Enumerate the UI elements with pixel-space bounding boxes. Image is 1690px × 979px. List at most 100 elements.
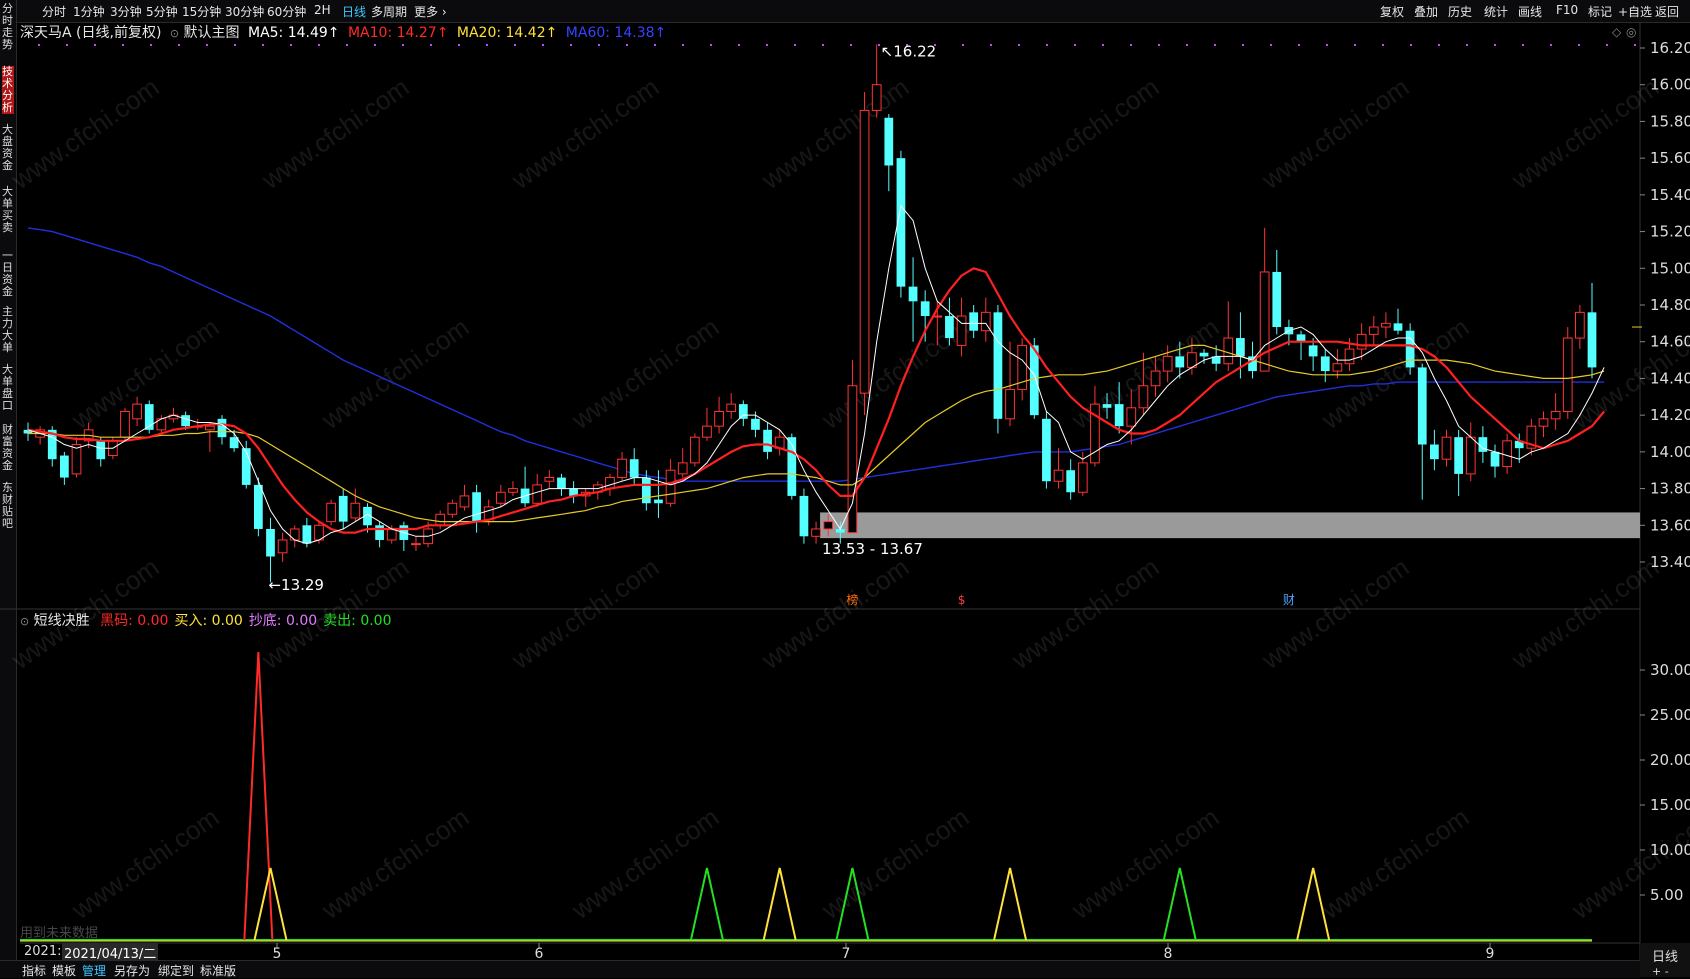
indicator-label[interactable]: 默认主图 [184, 25, 240, 41]
signal-spike-2 [689, 867, 724, 941]
top-dot-marker [206, 44, 208, 46]
price-tick-label: 13.60 [1650, 516, 1690, 534]
top-dot-marker [682, 44, 684, 46]
watermark-text: www.cfchi.com [565, 802, 724, 926]
top-dot-marker [1102, 44, 1104, 46]
bottom-item-4[interactable]: 绑定到 [158, 962, 194, 979]
candle-body-down [1308, 345, 1318, 357]
sub-legend-0: 黑码: 0.00 [100, 613, 169, 629]
gap-range-label: 13.53 - 13.67 [822, 540, 923, 558]
candle-body-up [1259, 271, 1270, 372]
event-badge-1[interactable]: $ [958, 593, 966, 607]
stock-label[interactable]: 深天马A (日线,前复权) [20, 25, 161, 41]
candle-body-up [120, 410, 130, 438]
candle-body-down [1029, 345, 1039, 416]
bottom-item-0[interactable]: 指标 [22, 962, 46, 979]
chevron-down-icon[interactable]: ⊙ [170, 27, 179, 40]
price-tick-label: 14.80 [1650, 296, 1690, 314]
price-tick-label: 15.40 [1650, 186, 1690, 204]
diamond-icon[interactable]: ◇ [1612, 25, 1622, 39]
top-dot-marker [542, 44, 544, 46]
price-tick-label: 16.20 [1650, 39, 1690, 57]
candle-body-down [908, 286, 918, 302]
watermark-text: www.cfchi.com [65, 802, 224, 926]
candle-body-up [665, 469, 676, 504]
signal-spike-3 [762, 867, 797, 941]
candle-body-up [1575, 311, 1585, 339]
top-dot-marker [738, 44, 740, 46]
bottom-item-3[interactable]: 另存为 [114, 962, 150, 979]
top-dot-marker [710, 44, 712, 46]
candle-body-down [253, 484, 263, 529]
top-dot-marker [1438, 44, 1440, 46]
settings-icon[interactable]: ◎ [1626, 25, 1636, 39]
candle-body-down [1236, 338, 1245, 357]
candle-body-down [1272, 271, 1282, 328]
top-dot-marker [1354, 44, 1356, 46]
candle-body-up [1502, 440, 1512, 468]
candle-body-up [811, 528, 821, 537]
candle-body-down [1393, 323, 1403, 331]
top-dot-marker [626, 44, 628, 46]
price-tick-label: 14.40 [1650, 369, 1690, 387]
candle-body-up [411, 543, 421, 546]
bottom-toolbar: 指标 模板 管理 另存为 绑定到 标准版 [0, 960, 1640, 978]
future-data-note: 用到未来数据 [20, 926, 99, 941]
candle-body-down [1320, 356, 1330, 372]
top-dot-marker [430, 44, 432, 46]
bottom-item-2[interactable]: 管理 [82, 962, 106, 979]
top-dot-marker [514, 44, 516, 46]
candle-body-up [1332, 363, 1343, 372]
top-dot-marker [1298, 44, 1300, 46]
candle-body-up [350, 502, 361, 519]
top-dot-marker [178, 44, 180, 46]
top-dot-marker [262, 44, 264, 46]
candle-body-down [266, 528, 275, 557]
bottom-item-1[interactable]: 模板 [52, 962, 76, 979]
period-label[interactable]: 日线 + - [1640, 943, 1690, 978]
candle-body-up [544, 477, 555, 482]
watermark-text: www.cfchi.com [1315, 802, 1474, 926]
candle-body-down [1405, 330, 1415, 368]
watermark-text: www.cfchi.com [1565, 802, 1690, 926]
candle-body-up [1356, 333, 1367, 350]
sub-header: ⊙ 短线决胜 黑码: 0.00 买入: 0.00 抄底: 0.00 卖出: 0.00 [20, 610, 392, 630]
candle-body-down [217, 418, 227, 438]
price-tick-label: 14.60 [1650, 333, 1690, 351]
watermark-text: www.cfchi.com [5, 72, 164, 196]
watermark-text: www.cfchi.com [255, 72, 414, 196]
candle-body-down [641, 477, 651, 504]
candle-body-down [738, 404, 748, 419]
top-dot-marker [1634, 44, 1636, 46]
sub-indicator-name[interactable]: 短线决胜 [34, 613, 90, 629]
candle-body-down [993, 312, 1003, 419]
high-price-label: ↖16.22 [881, 42, 937, 60]
sub-tick-label: 30.00 [1650, 661, 1690, 679]
top-dot-marker [1382, 44, 1384, 46]
sub-tick-label: 25.00 [1650, 706, 1690, 724]
top-dot-marker [962, 44, 964, 46]
sub-tick-label: 20.00 [1650, 751, 1690, 769]
ma60-line [27, 227, 1605, 482]
low-price-label: ←13.29 [268, 576, 324, 594]
event-badge-2[interactable]: 财 [1283, 593, 1295, 607]
top-dot-marker [66, 44, 68, 46]
chevron-down-icon[interactable]: ⊙ [20, 615, 29, 628]
top-dot-marker [1018, 44, 1020, 46]
price-tick-label: 14.20 [1650, 406, 1690, 424]
candle-body-down [181, 415, 190, 427]
sub-tick-label: 5.00 [1650, 886, 1683, 904]
top-dot-marker [654, 44, 656, 46]
candle-body-up [1150, 370, 1161, 387]
candle-body-up [495, 491, 506, 504]
candle-body-up [289, 528, 300, 541]
event-badge-0[interactable]: 榜 [846, 592, 858, 607]
sub-legend-1: 买入: 0.00 [174, 613, 243, 629]
candle-body-down [302, 525, 312, 544]
candle-body-down [1114, 404, 1124, 427]
bottom-item-5[interactable]: 标准版 [200, 962, 236, 979]
top-dot-marker [1074, 44, 1076, 46]
candle-body-down [1454, 437, 1464, 474]
top-dot-marker [1606, 44, 1608, 46]
candle-body-up [1441, 436, 1452, 460]
